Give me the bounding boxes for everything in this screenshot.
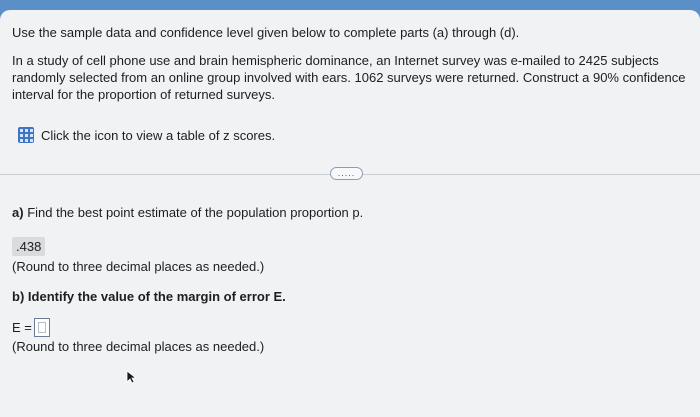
problem-text-line-1: In a study of cell phone use and brain h…: [12, 53, 659, 68]
problem-text-line-2: randomly selected from an online group i…: [12, 70, 686, 85]
part-a-label: a): [12, 205, 24, 220]
margin-of-error-label: E =: [12, 319, 32, 335]
part-b-question: b) Identify the value of the margin of e…: [12, 288, 286, 305]
problem-text-line-3: interval for the proportion of returned …: [12, 87, 276, 102]
question-instructions: Use the sample data and confidence level…: [12, 25, 520, 40]
margin-of-error-input[interactable]: [33, 317, 50, 337]
ztable-link-text[interactable]: Click the icon to view a table of z scor…: [41, 128, 275, 143]
part-b-rounding-note: (Round to three decimal places as needed…: [12, 339, 265, 354]
table-grid-icon[interactable]: [18, 127, 34, 143]
ztable-link[interactable]: Click the icon to view a table of z scor…: [18, 126, 275, 144]
part-a-question: a) Find the best point estimate of the p…: [12, 204, 363, 221]
part-a-answer-field[interactable]: .438: [12, 237, 45, 256]
part-b-label: b): [12, 289, 25, 304]
part-b-prompt: Identify the value of the margin of erro…: [27, 289, 286, 304]
expand-button[interactable]: .....: [330, 167, 363, 180]
part-a-prompt: Find the best point estimate of the popu…: [27, 205, 364, 220]
part-a-rounding-note: (Round to three decimal places as needed…: [12, 259, 265, 274]
mouse-pointer-icon: [126, 370, 138, 384]
margin-of-error-row: E =: [12, 316, 50, 338]
